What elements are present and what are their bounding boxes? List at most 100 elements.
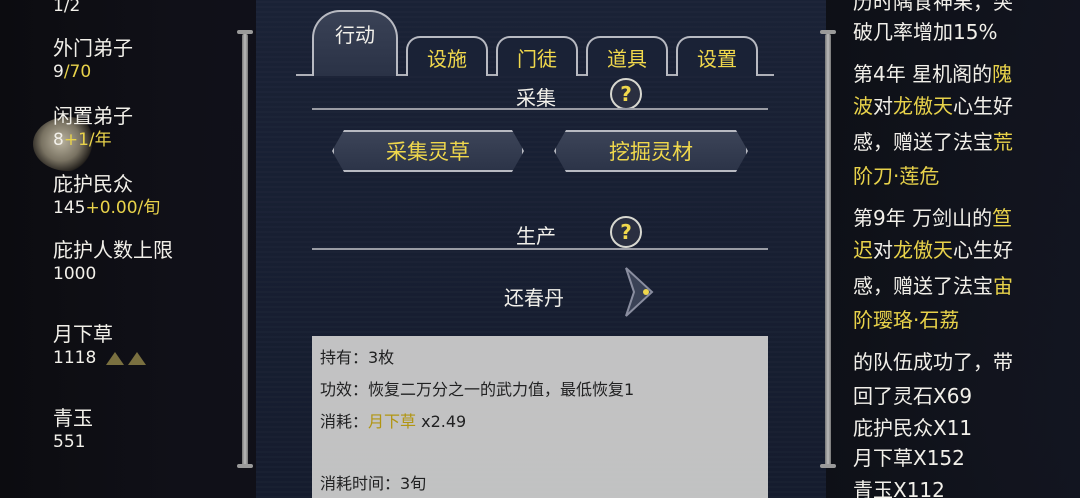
- log-line: 阶刀·莲危: [853, 158, 939, 194]
- tab-facilities[interactable]: 设施: [406, 36, 488, 76]
- log-text: 月下草X152: [853, 446, 965, 470]
- stat-value: 9: [53, 62, 64, 82]
- log-text: 青玉X112: [853, 478, 945, 498]
- stat-value-extra: /70: [63, 62, 92, 82]
- item-time: 消耗时间：3旬: [320, 474, 427, 493]
- log-line: 回了灵石X69: [853, 378, 972, 414]
- log-text: 历时隅食神果，突: [853, 0, 1013, 14]
- log-text: 对: [873, 94, 893, 118]
- item-name: 还春丹: [504, 286, 564, 310]
- button-label: 挖掘灵材: [609, 140, 693, 164]
- stat-value: 8: [53, 130, 64, 150]
- log-text: 心生好: [953, 94, 1013, 118]
- log-text: 第9年 万剑山的: [853, 206, 993, 230]
- log-line: 波对龙傲天心生好: [853, 88, 1013, 124]
- right-scrollbar[interactable]: [825, 34, 831, 466]
- log-highlight: 波: [853, 94, 873, 118]
- stat-value-extra: +1/年: [63, 130, 112, 150]
- section-title-gather: 采集: [516, 86, 556, 110]
- log-highlight: 宙: [993, 274, 1013, 298]
- action-panel: 行动 设施 门徒 道具 设置 采集 ? 采集灵草 挖掘灵材 生产 ? 还春丹 持…: [256, 0, 826, 498]
- help-gather-button[interactable]: ?: [610, 78, 642, 110]
- scrollbar-cap: [820, 464, 836, 468]
- log-line: 的队伍成功了，带: [853, 344, 1013, 380]
- divider: [312, 248, 768, 250]
- expand-arrow-icon[interactable]: [624, 266, 654, 318]
- tab-settings[interactable]: 设置: [676, 36, 758, 76]
- cost-item: 月下草: [368, 412, 417, 431]
- scrollbar-cap: [237, 464, 253, 468]
- stat-value: 1118: [53, 348, 97, 368]
- stat-protected-people: 庇护民众 145+0.00/旬: [53, 172, 160, 220]
- gather-herbs-button[interactable]: 采集灵草: [332, 130, 524, 172]
- resource-panel: 1/2 外门弟子 9/70 闲置弟子 8+1/年 庇护民众 145+0.00/旬…: [0, 0, 260, 498]
- question-icon: ?: [620, 220, 632, 244]
- tab-disciples[interactable]: 门徒: [496, 36, 578, 76]
- stat-value: 551: [53, 432, 86, 452]
- cost-prefix: 消耗：: [320, 412, 369, 431]
- stat-moon-grass: 月下草 1118: [53, 322, 146, 370]
- stat-label: 庇护民众: [53, 172, 133, 196]
- item-held: 持有：3枚: [320, 348, 395, 367]
- stat-label: 月下草: [53, 322, 113, 346]
- stat-protect-limit: 庇护人数上限 1000: [53, 238, 173, 286]
- trend-up-icon: [105, 351, 124, 365]
- tab-label: 门徒: [517, 46, 557, 71]
- log-text: 庇护民众X11: [853, 416, 973, 440]
- log-text: 破几率增加15%: [853, 20, 998, 44]
- item-effect: 功效：恢复二万分之一的武力值，最低恢复1: [320, 380, 635, 399]
- stat-label: 庇护人数上限: [53, 238, 173, 262]
- left-scrollbar[interactable]: [242, 34, 248, 466]
- log-highlight: 隗: [992, 62, 1013, 86]
- log-highlight: 龙傲天: [893, 94, 953, 118]
- stat-value: 145: [53, 198, 86, 218]
- help-produce-button[interactable]: ?: [610, 216, 642, 248]
- log-highlight: 阶璎珞·石荔: [853, 308, 960, 332]
- stat-value: 1/2: [53, 0, 81, 16]
- tab-label: 行动: [335, 22, 375, 47]
- log-highlight: 阶刀·莲危: [853, 164, 940, 188]
- item-cost: 消耗：月下草 x2.49: [320, 408, 466, 432]
- log-text: 心生好: [953, 238, 1013, 262]
- mine-materials-button[interactable]: 挖掘灵材: [554, 130, 748, 172]
- stat-value-row: 145+0.00/旬: [53, 196, 160, 220]
- log-line: 阶璎珞·石荔: [853, 302, 959, 338]
- stat-outer-disciples: 外门弟子 9/70: [53, 36, 133, 84]
- stat-value-extra: +0.00/旬: [85, 198, 161, 218]
- log-text: 的队伍成功了，带: [853, 350, 1013, 374]
- log-line: 第4年 星机阁的隗: [853, 56, 1012, 92]
- question-icon: ?: [620, 82, 632, 106]
- log-line: 感，赠送了法宝宙: [853, 268, 1013, 304]
- log-highlight: 荒: [993, 130, 1013, 154]
- trend-up-icon: [127, 351, 146, 365]
- stat-label: 闲置弟子: [53, 104, 133, 128]
- log-text: 回了灵石X69: [853, 384, 973, 408]
- item-info-box: 持有：3枚 功效：恢复二万分之一的武力值，最低恢复1 消耗：月下草 x2.49 …: [312, 336, 768, 498]
- tab-label: 道具: [607, 46, 647, 71]
- tab-items[interactable]: 道具: [586, 36, 668, 76]
- section-title-produce: 生产: [516, 224, 556, 248]
- cost-amount: x2.49: [416, 412, 467, 431]
- stat-label: 青玉: [53, 406, 93, 430]
- stat-idle-disciples: 闲置弟子 8+1/年: [53, 104, 133, 152]
- log-line: 青玉X112: [853, 472, 945, 498]
- stat-count: 1/2: [53, 0, 80, 18]
- log-text: 对: [873, 238, 893, 262]
- log-highlight: 龙傲天: [893, 238, 953, 262]
- stat-value: 1000: [53, 264, 97, 284]
- log-line: 第9年 万剑山的笪: [853, 200, 1012, 236]
- log-text: 感，赠送了法宝: [853, 130, 993, 154]
- log-line: 迟对龙傲天心生好: [853, 232, 1013, 268]
- stat-value-row: 9/70: [53, 60, 133, 84]
- tab-label: 设置: [697, 46, 737, 71]
- log-line: 月下草X152: [853, 440, 965, 476]
- log-highlight: 迟: [853, 238, 873, 262]
- button-label: 采集灵草: [386, 140, 470, 164]
- log-line: 感，赠送了法宝荒: [853, 124, 1013, 160]
- stat-value-row: 8+1/年: [53, 128, 133, 152]
- divider: [312, 108, 768, 110]
- stat-value-row: 1118: [53, 346, 146, 370]
- tab-action[interactable]: 行动: [312, 10, 398, 76]
- stat-label: 外门弟子: [53, 36, 133, 60]
- log-text: 感，赠送了法宝: [853, 274, 993, 298]
